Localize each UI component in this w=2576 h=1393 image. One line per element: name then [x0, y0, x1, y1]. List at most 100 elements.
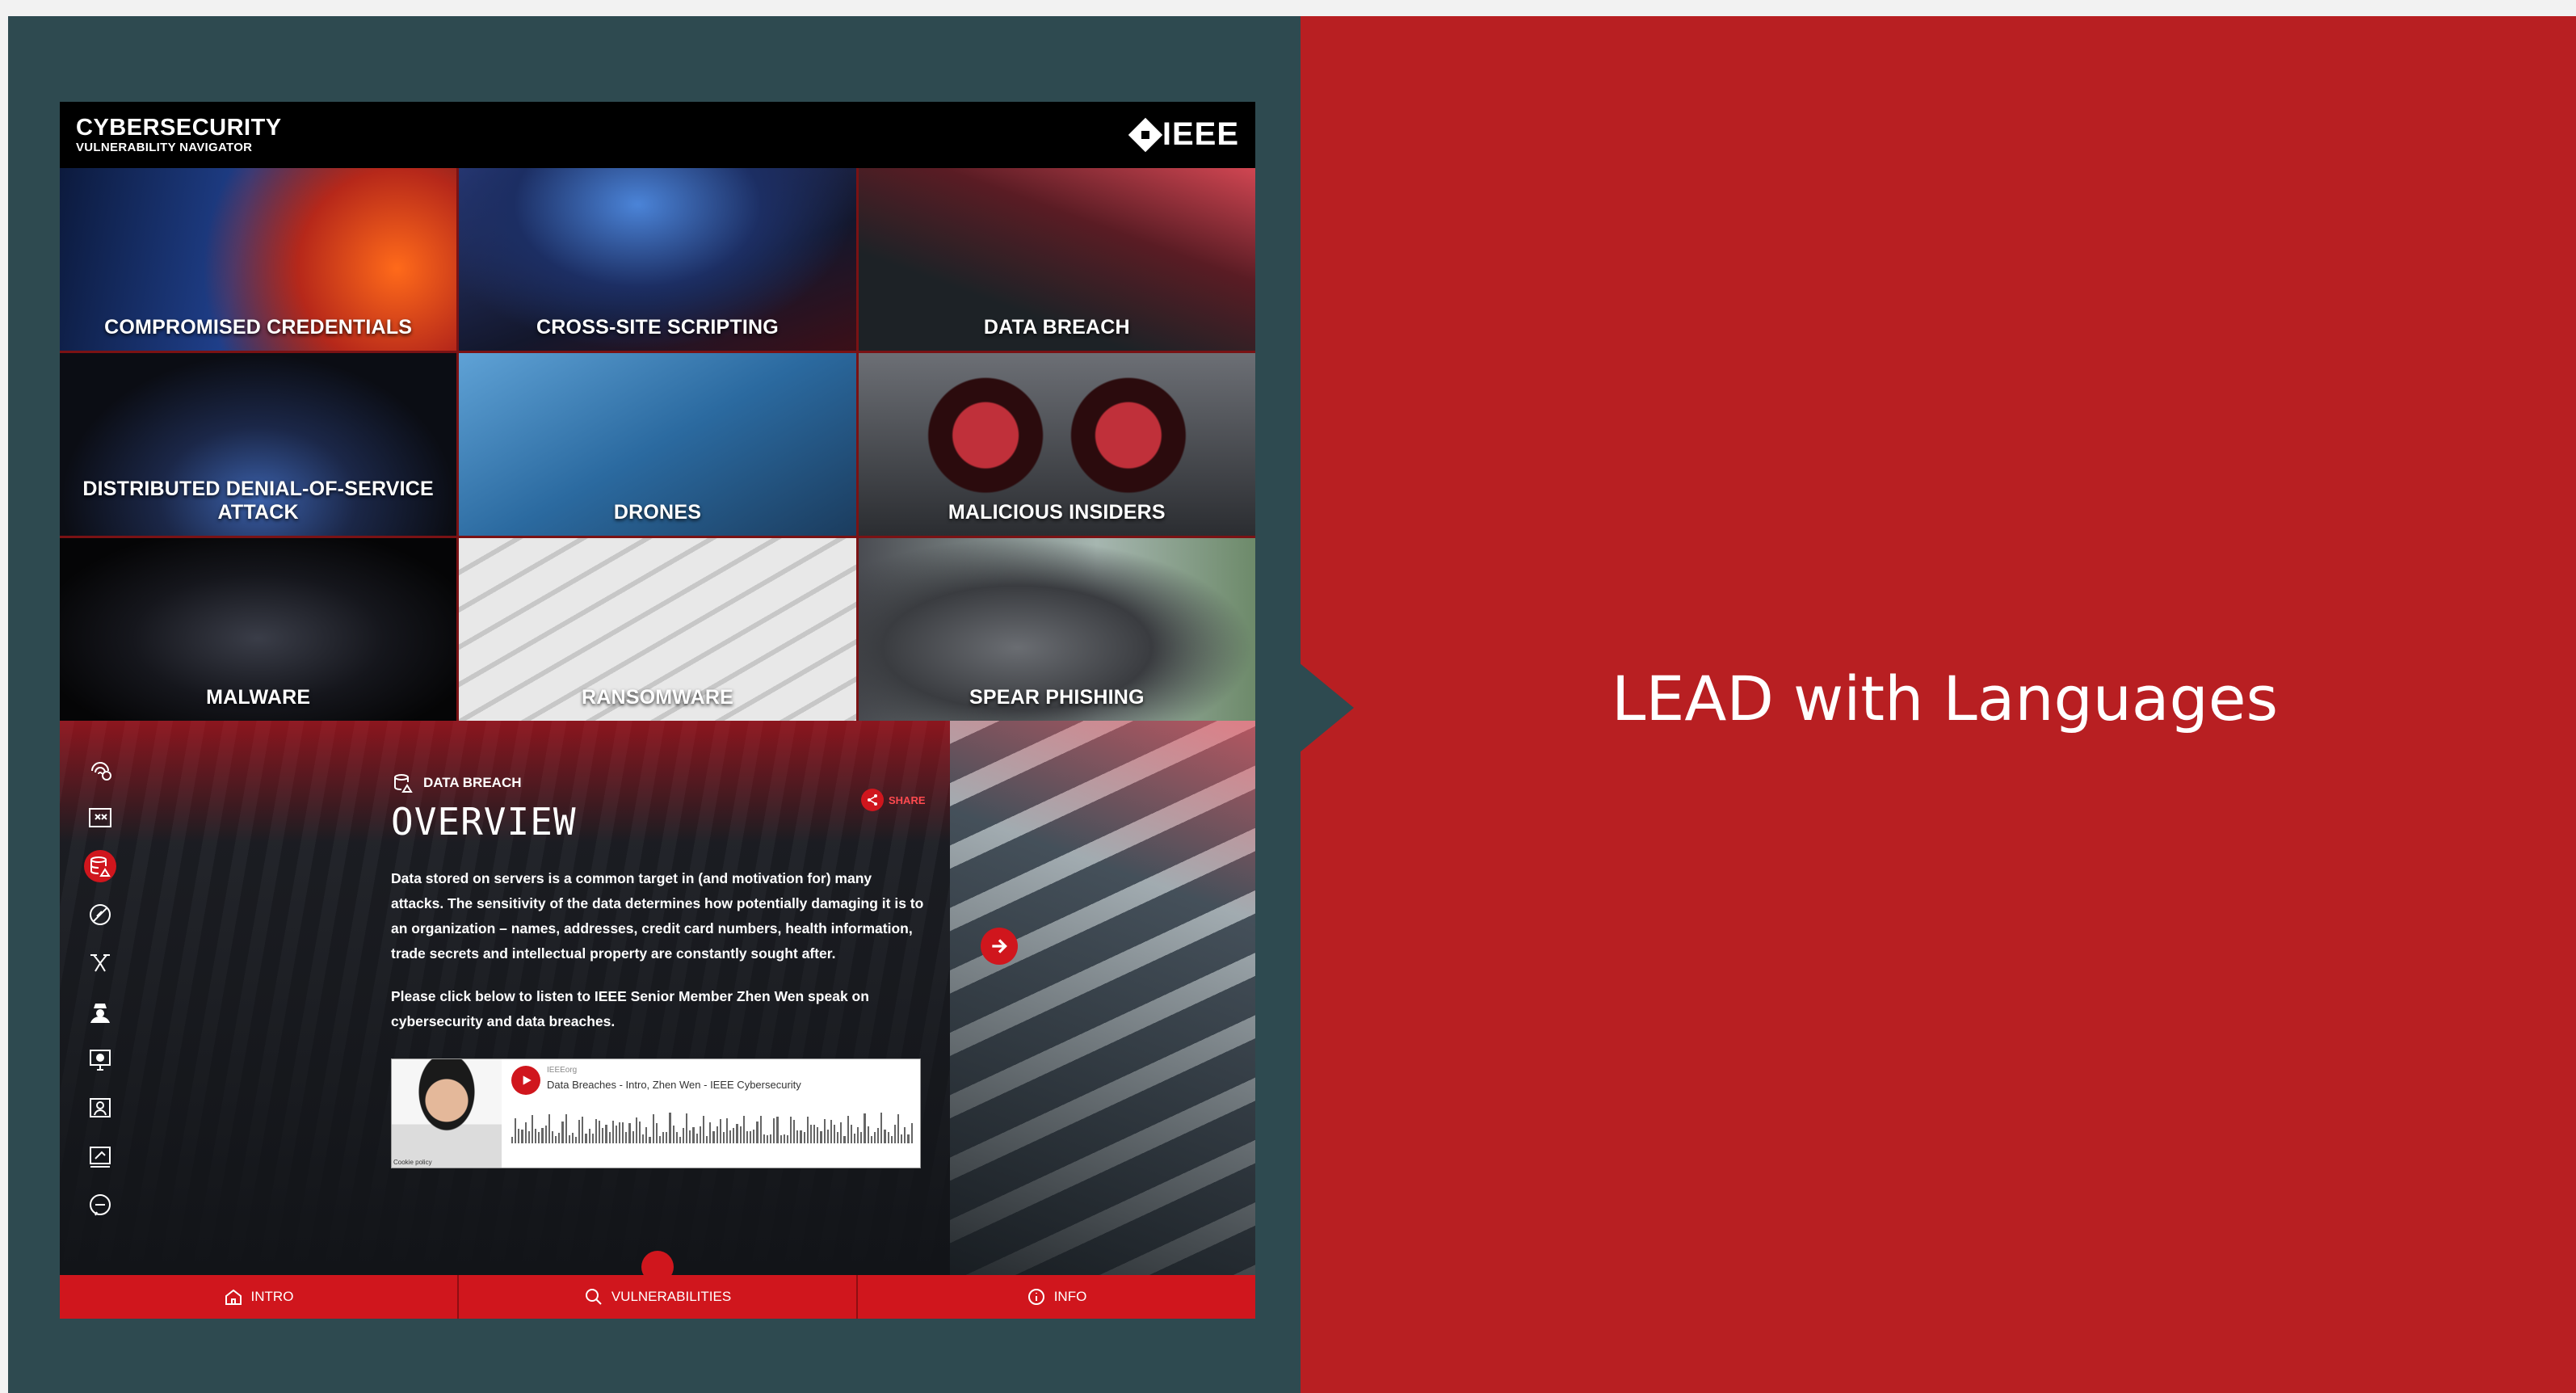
- waveform-bar: [759, 1115, 762, 1143]
- bottom-nav: INTRO VULNERABILITIES INFO: [60, 1275, 1255, 1319]
- waveform-bar: [515, 1118, 517, 1143]
- fingerprint-icon[interactable]: [84, 753, 116, 785]
- detail-background-image: [950, 721, 1255, 1275]
- waveform-bar: [820, 1130, 822, 1143]
- insider-icon[interactable]: [84, 995, 116, 1028]
- tile-spear-phishing[interactable]: SPEAR PHISHING: [858, 538, 1255, 721]
- waveform-bar: [880, 1113, 883, 1143]
- waveform-bar: [860, 1132, 863, 1143]
- waveform-bar: [642, 1134, 645, 1143]
- waveform[interactable]: [511, 1108, 913, 1143]
- waveform-bar: [608, 1132, 611, 1143]
- waveform-bar: [873, 1131, 876, 1143]
- tile-label: DRONES: [613, 501, 702, 524]
- waveform-bar: [535, 1129, 537, 1143]
- phishing-icon[interactable]: [84, 1141, 116, 1173]
- section-crumb: DATA BREACH: [391, 771, 924, 795]
- waveform-bar: [666, 1131, 668, 1143]
- waveform-bar: [893, 1124, 896, 1143]
- waveform-bar: [766, 1134, 769, 1143]
- search-icon: [585, 1289, 602, 1305]
- waveform-bar: [652, 1114, 654, 1143]
- nav-vulnerabilities-label: VULNERABILITIES: [611, 1289, 732, 1304]
- waveform-bar: [645, 1127, 648, 1143]
- tile-compromised-credentials[interactable]: COMPROMISED CREDENTIALS: [60, 168, 457, 351]
- ieee-logo[interactable]: IEEE: [1128, 116, 1239, 153]
- code-window-icon[interactable]: [84, 802, 116, 834]
- malware-icon[interactable]: [84, 1044, 116, 1076]
- cookie-policy-link[interactable]: Cookie policy: [393, 1159, 432, 1166]
- play-button[interactable]: [511, 1066, 540, 1095]
- waveform-bar: [746, 1131, 749, 1143]
- waveform-bar: [695, 1133, 698, 1143]
- nav-vulnerabilities[interactable]: VULNERABILITIES: [459, 1275, 858, 1319]
- waveform-bar: [538, 1132, 540, 1143]
- waveform-bar: [635, 1117, 637, 1143]
- waveform-bar: [699, 1126, 701, 1143]
- tile-ddos[interactable]: DISTRIBUTED DENIAL-OF-SERVICE ATTACK: [60, 353, 457, 536]
- tile-label: DISTRIBUTED DENIAL-OF-SERVICE ATTACK: [82, 478, 434, 524]
- waveform-bar: [783, 1134, 785, 1143]
- waveform-bar: [736, 1124, 738, 1143]
- listen-paragraph: Please click below to listen to IEEE Sen…: [391, 988, 869, 1029]
- play-icon: [523, 1075, 532, 1085]
- tile-data-breach[interactable]: DATA BREACH: [858, 168, 1255, 351]
- share-icon: [861, 789, 884, 811]
- waveform-bar: [897, 1113, 900, 1143]
- waveform-bar: [591, 1134, 594, 1143]
- waveform-bar: [834, 1125, 836, 1143]
- tile-drones[interactable]: DRONES: [459, 353, 856, 536]
- waveform-bar: [870, 1136, 872, 1143]
- waveform-bar: [638, 1122, 641, 1143]
- waveform-bar: [669, 1113, 671, 1143]
- track-title[interactable]: Data Breaches - Intro, Zhen Wen - IEEE C…: [547, 1079, 801, 1091]
- waveform-bar: [826, 1130, 829, 1143]
- ieee-logo-text: IEEE: [1162, 116, 1239, 152]
- promo-title: LEAD with Languages: [1612, 663, 2279, 734]
- waveform-bar: [709, 1122, 712, 1143]
- share-button[interactable]: SHARE: [861, 789, 926, 811]
- tile-ransomware[interactable]: RANSOMWARE: [459, 538, 856, 721]
- waveform-bar: [813, 1125, 816, 1143]
- overview-paragraph: Data stored on servers is a common targe…: [391, 870, 924, 962]
- track-uploader[interactable]: IEEEorg: [547, 1066, 577, 1075]
- waveform-bar: [712, 1130, 715, 1143]
- ransomware-icon[interactable]: [84, 1092, 116, 1125]
- waveform-bar: [773, 1118, 775, 1143]
- pointer-arrow: [1299, 663, 1354, 753]
- waveform-bar: [800, 1130, 802, 1143]
- tile-label: CROSS-SITE SCRIPTING: [536, 316, 779, 339]
- tile-malicious-insiders[interactable]: MALICIOUS INSIDERS: [858, 353, 1255, 536]
- waveform-bar: [561, 1122, 564, 1143]
- blocked-icon[interactable]: [84, 899, 116, 931]
- waveform-bar: [555, 1136, 557, 1143]
- waveform-bar: [625, 1132, 628, 1143]
- tile-cross-site-scripting[interactable]: CROSS-SITE SCRIPTING: [459, 168, 856, 351]
- nav-intro[interactable]: INTRO: [60, 1275, 459, 1319]
- waveform-bar: [692, 1126, 695, 1143]
- waveform-bar: [830, 1120, 832, 1143]
- waveform-bar: [837, 1131, 839, 1143]
- audio-player[interactable]: Cookie policy IEEEorg Data Breaches - In…: [391, 1058, 921, 1168]
- waveform-bar: [763, 1134, 765, 1143]
- waveform-bar: [541, 1127, 544, 1143]
- info-icon: [1027, 1289, 1044, 1305]
- app-header: CYBERSECURITY VULNERABILITY NAVIGATOR IE…: [60, 102, 1255, 168]
- chat-icon[interactable]: [84, 1189, 116, 1222]
- tile-label: SPEAR PHISHING: [969, 686, 1145, 709]
- tile-label: COMPROMISED CREDENTIALS: [104, 316, 413, 339]
- waveform-bar: [796, 1130, 799, 1143]
- tile-malware[interactable]: MALWARE: [60, 538, 457, 721]
- next-arrow-button[interactable]: [981, 928, 1018, 965]
- waveform-bar: [585, 1133, 587, 1143]
- nav-info[interactable]: INFO: [858, 1275, 1255, 1319]
- waveform-bar: [776, 1117, 779, 1143]
- waveform-bar: [675, 1131, 678, 1143]
- waveform-bar: [679, 1136, 681, 1143]
- waveform-bar: [628, 1123, 631, 1143]
- waveform-bar: [622, 1122, 624, 1143]
- detail-panel: DATA BREACH OVERVIEW Data stored on serv…: [60, 721, 1255, 1283]
- drone-icon[interactable]: [84, 947, 116, 979]
- database-icon[interactable]: [84, 850, 116, 882]
- detail-content: DATA BREACH OVERVIEW Data stored on serv…: [391, 771, 924, 1034]
